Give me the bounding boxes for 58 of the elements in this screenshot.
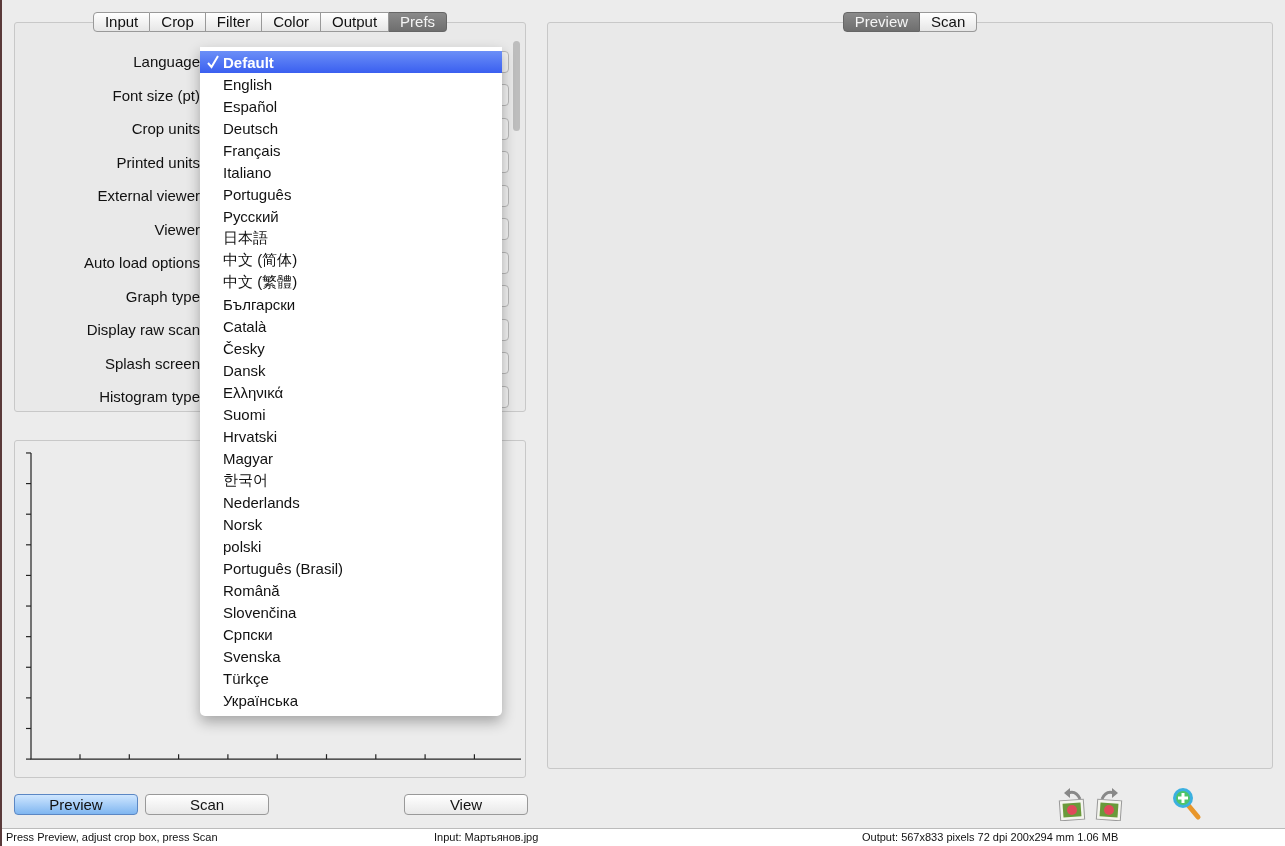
setting-label: Splash screen xyxy=(103,354,200,372)
setting-label: Language xyxy=(132,53,200,71)
output-info-text: Output: 567x833 pixels 72 dpi 200x294 mm 1.06 MB xyxy=(862,830,1120,845)
menu-item[interactable]: Português (Brasil) xyxy=(200,557,502,579)
setting-label: Auto load options xyxy=(83,254,200,272)
tab[interactable]: Color xyxy=(262,12,321,32)
push-button[interactable]: View xyxy=(404,794,528,815)
menu-item[interactable]: Русский xyxy=(200,205,502,227)
menu-item[interactable]: Magyar xyxy=(200,447,502,469)
zoom-in-icon[interactable] xyxy=(1172,787,1202,821)
menu-item[interactable]: Français xyxy=(200,139,502,161)
default-button[interactable]: Preview xyxy=(14,794,138,815)
tab[interactable]: Filter xyxy=(205,12,263,32)
menu-item[interactable]: Українська xyxy=(200,689,502,711)
scrollbar-thumb[interactable] xyxy=(513,41,520,131)
status-text: Press Preview, adjust crop box, press Scan xyxy=(6,830,219,845)
menu-item[interactable]: 中文 (繁體) xyxy=(200,271,502,293)
menu-item[interactable]: Română xyxy=(200,579,502,601)
setting-label: Histogram type xyxy=(98,388,200,406)
menu-item[interactable]: English xyxy=(200,73,502,95)
menu-item[interactable]: Nederlands xyxy=(200,491,502,513)
tab[interactable]: Input xyxy=(92,12,151,32)
menu-item[interactable]: Português xyxy=(200,183,502,205)
menu-item[interactable]: Български xyxy=(200,293,502,315)
menu-item[interactable]: Norsk xyxy=(200,513,502,535)
menu-item[interactable]: 한국어 xyxy=(200,469,502,491)
menu-item[interactable]: Català xyxy=(200,315,502,337)
menu-item[interactable]: Italiano xyxy=(200,161,502,183)
setting-label: Crop units xyxy=(130,120,200,138)
menu-item[interactable]: polski xyxy=(200,535,502,557)
setting-label: Printed units xyxy=(115,153,200,171)
checkmark-icon xyxy=(206,55,219,69)
setting-label: Font size (pt) xyxy=(111,86,200,104)
tab[interactable]: Scan xyxy=(920,12,978,32)
menu-item[interactable]: 日本語 xyxy=(200,227,502,249)
tab[interactable]: Crop xyxy=(150,12,206,32)
menu-item[interactable]: Svenska xyxy=(200,645,502,667)
tab[interactable]: Preview xyxy=(842,12,921,32)
menu-item[interactable]: Dansk xyxy=(200,359,502,381)
menu-item[interactable]: Deutsch xyxy=(200,117,502,139)
tab[interactable]: Prefs xyxy=(389,12,448,32)
menu-item[interactable]: Српски xyxy=(200,623,502,645)
menu-item[interactable]: Suomi xyxy=(200,403,502,425)
menu-item[interactable]: 中文 (简体) xyxy=(200,249,502,271)
setting-label: Display raw scan xyxy=(85,321,200,339)
tab[interactable]: Output xyxy=(321,12,390,32)
menu-item[interactable]: Hrvatski xyxy=(200,425,502,447)
push-button[interactable]: Scan xyxy=(145,794,269,815)
menu-item[interactable]: Türkçe xyxy=(200,667,502,689)
menu-item[interactable]: Español xyxy=(200,95,502,117)
menu-item[interactable]: Default xyxy=(200,51,502,73)
input-file-text: Input: Мартьянов.jpg xyxy=(434,830,540,845)
setting-label: Graph type xyxy=(124,287,200,305)
menu-item[interactable]: Slovenčina xyxy=(200,601,502,623)
menu-item[interactable]: Ελληνικά xyxy=(200,381,502,403)
menu-item[interactable]: Česky xyxy=(200,337,502,359)
setting-label: Viewer xyxy=(153,220,200,238)
setting-label: External viewer xyxy=(96,187,200,205)
